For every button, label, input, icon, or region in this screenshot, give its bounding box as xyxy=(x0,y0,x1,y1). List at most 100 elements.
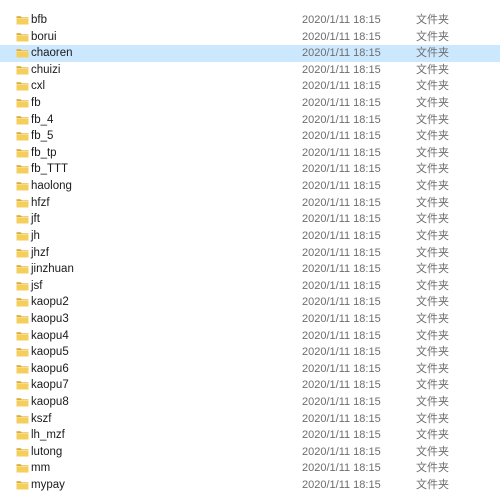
file-name: fb xyxy=(31,97,41,110)
file-modified-date: 2020/1/11 18:15 xyxy=(302,412,381,425)
file-modified-date: 2020/1/11 18:15 xyxy=(302,462,381,475)
file-name: jsf xyxy=(31,279,43,292)
folder-icon xyxy=(16,48,29,58)
file-type: 文件夹 xyxy=(416,213,449,226)
file-name: jinzhuan xyxy=(31,263,74,276)
file-row-lutong[interactable]: lutong 2020/1/11 18:15 文件夹 xyxy=(0,444,500,461)
file-name: kszf xyxy=(31,412,52,425)
file-type: 文件夹 xyxy=(416,412,449,425)
file-row-kszf[interactable]: kszf 2020/1/11 18:15 文件夹 xyxy=(0,411,500,428)
file-row-jft[interactable]: jft 2020/1/11 18:15 文件夹 xyxy=(0,211,500,228)
file-name: fb_tp xyxy=(31,146,57,159)
file-type: 文件夹 xyxy=(416,180,449,193)
file-name: mypay xyxy=(31,479,65,492)
file-row-kaopu3[interactable]: kaopu3 2020/1/11 18:15 文件夹 xyxy=(0,311,500,328)
file-type: 文件夹 xyxy=(416,80,449,93)
file-row-lh_mzf[interactable]: lh_mzf 2020/1/11 18:15 文件夹 xyxy=(0,427,500,444)
file-row-fb[interactable]: fb 2020/1/11 18:15 文件夹 xyxy=(0,95,500,112)
folder-icon xyxy=(16,231,29,241)
file-name: hfzf xyxy=(31,196,50,209)
file-name: fb_5 xyxy=(31,130,54,143)
folder-icon xyxy=(16,264,29,274)
file-name: jh xyxy=(31,229,40,242)
file-row-mypay[interactable]: mypay 2020/1/11 18:15 文件夹 xyxy=(0,477,500,494)
file-name: chaoren xyxy=(31,47,73,60)
file-modified-date: 2020/1/11 18:15 xyxy=(302,312,381,325)
folder-icon xyxy=(16,214,29,224)
file-row-jinzhuan[interactable]: jinzhuan 2020/1/11 18:15 文件夹 xyxy=(0,261,500,278)
file-name: kaopu6 xyxy=(31,362,69,375)
file-type: 文件夹 xyxy=(416,379,449,392)
folder-icon xyxy=(16,364,29,374)
file-row-kaopu6[interactable]: kaopu6 2020/1/11 18:15 文件夹 xyxy=(0,361,500,378)
file-type: 文件夹 xyxy=(416,246,449,259)
file-type: 文件夹 xyxy=(416,479,449,492)
file-row-bfb[interactable]: bfb 2020/1/11 18:15 文件夹 xyxy=(0,12,500,29)
file-type: 文件夹 xyxy=(416,462,449,475)
file-type: 文件夹 xyxy=(416,63,449,76)
file-name: cxl xyxy=(31,80,46,93)
file-name: lutong xyxy=(31,445,63,458)
file-row-kaopu8[interactable]: kaopu8 2020/1/11 18:15 文件夹 xyxy=(0,394,500,411)
file-row-cxl[interactable]: cxl 2020/1/11 18:15 文件夹 xyxy=(0,78,500,95)
file-modified-date: 2020/1/11 18:15 xyxy=(302,113,381,126)
file-modified-date: 2020/1/11 18:15 xyxy=(302,263,381,276)
folder-icon xyxy=(16,115,29,125)
file-name: jhzf xyxy=(31,246,49,259)
file-modified-date: 2020/1/11 18:15 xyxy=(302,213,381,226)
folder-icon xyxy=(16,447,29,457)
file-row-chuizi[interactable]: chuizi 2020/1/11 18:15 文件夹 xyxy=(0,62,500,79)
file-row-hfzf[interactable]: hfzf 2020/1/11 18:15 文件夹 xyxy=(0,195,500,212)
file-type: 文件夹 xyxy=(416,346,449,359)
file-modified-date: 2020/1/11 18:15 xyxy=(302,229,381,242)
file-type: 文件夹 xyxy=(416,329,449,342)
file-row-kaopu2[interactable]: kaopu2 2020/1/11 18:15 文件夹 xyxy=(0,294,500,311)
folder-icon xyxy=(16,281,29,291)
file-row-fb_tp[interactable]: fb_tp 2020/1/11 18:15 文件夹 xyxy=(0,145,500,162)
folder-icon xyxy=(16,297,29,307)
file-modified-date: 2020/1/11 18:15 xyxy=(302,346,381,359)
file-modified-date: 2020/1/11 18:15 xyxy=(302,47,381,60)
file-modified-date: 2020/1/11 18:15 xyxy=(302,329,381,342)
file-row-chaoren[interactable]: chaoren 2020/1/11 18:15 文件夹 xyxy=(0,45,500,62)
file-name: fb_4 xyxy=(31,113,54,126)
file-name: kaopu7 xyxy=(31,379,69,392)
file-name: kaopu8 xyxy=(31,396,69,409)
file-row-jh[interactable]: jh 2020/1/11 18:15 文件夹 xyxy=(0,228,500,245)
file-name: lh_mzf xyxy=(31,429,65,442)
file-row-jhzf[interactable]: jhzf 2020/1/11 18:15 文件夹 xyxy=(0,245,500,262)
folder-icon xyxy=(16,248,29,258)
file-row-kaopu4[interactable]: kaopu4 2020/1/11 18:15 文件夹 xyxy=(0,328,500,345)
file-row-jsf[interactable]: jsf 2020/1/11 18:15 文件夹 xyxy=(0,278,500,295)
file-name: kaopu5 xyxy=(31,346,69,359)
folder-icon xyxy=(16,81,29,91)
file-row-fb_5[interactable]: fb_5 2020/1/11 18:15 文件夹 xyxy=(0,128,500,145)
file-type: 文件夹 xyxy=(416,229,449,242)
file-type: 文件夹 xyxy=(416,279,449,292)
file-row-fb_4[interactable]: fb_4 2020/1/11 18:15 文件夹 xyxy=(0,112,500,129)
folder-icon xyxy=(16,131,29,141)
file-row-haolong[interactable]: haolong 2020/1/11 18:15 文件夹 xyxy=(0,178,500,195)
folder-icon xyxy=(16,397,29,407)
folder-icon xyxy=(16,480,29,490)
file-type: 文件夹 xyxy=(416,146,449,159)
file-modified-date: 2020/1/11 18:15 xyxy=(302,379,381,392)
folder-icon xyxy=(16,414,29,424)
folder-icon xyxy=(16,347,29,357)
folder-icon xyxy=(16,98,29,108)
file-row-kaopu5[interactable]: kaopu5 2020/1/11 18:15 文件夹 xyxy=(0,344,500,361)
file-type: 文件夹 xyxy=(416,445,449,458)
folder-icon xyxy=(16,314,29,324)
file-modified-date: 2020/1/11 18:15 xyxy=(302,396,381,409)
file-row-borui[interactable]: borui 2020/1/11 18:15 文件夹 xyxy=(0,29,500,46)
folder-icon xyxy=(16,148,29,158)
file-type: 文件夹 xyxy=(416,362,449,375)
file-name: haolong xyxy=(31,180,72,193)
file-row-mm[interactable]: mm 2020/1/11 18:15 文件夹 xyxy=(0,460,500,477)
folder-icon xyxy=(16,164,29,174)
file-row-fb_TTT[interactable]: fb_TTT 2020/1/11 18:15 文件夹 xyxy=(0,161,500,178)
file-modified-date: 2020/1/11 18:15 xyxy=(302,80,381,93)
file-row-kaopu7[interactable]: kaopu7 2020/1/11 18:15 文件夹 xyxy=(0,377,500,394)
file-type: 文件夹 xyxy=(416,130,449,143)
folder-icon xyxy=(16,32,29,42)
